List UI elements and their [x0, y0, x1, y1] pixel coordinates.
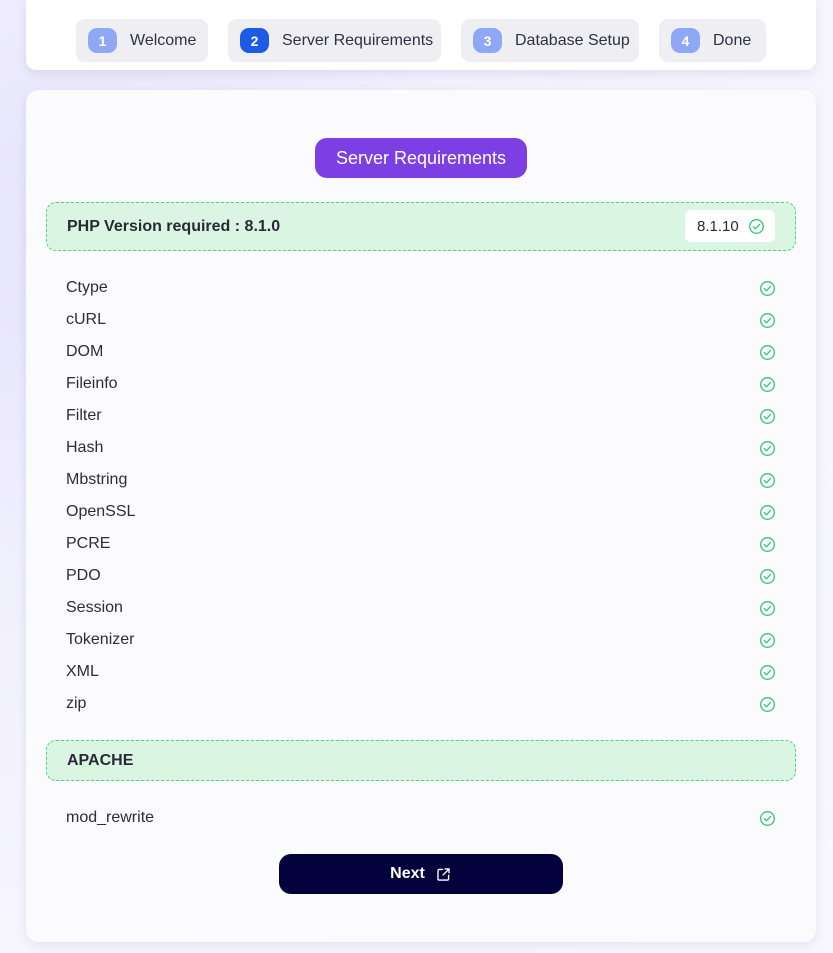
step-label: Server Requirements: [282, 31, 434, 49]
extension-name: DOM: [66, 343, 104, 360]
step-done[interactable]: 4 Done: [659, 19, 766, 62]
list-item: Hash: [66, 436, 776, 460]
extension-name: Session: [66, 599, 123, 616]
step-number: 3: [473, 28, 502, 53]
list-item: DOM: [66, 340, 776, 364]
check-circle-icon: [760, 600, 775, 616]
step-number: 1: [88, 28, 117, 53]
list-item: Tokenizer: [66, 628, 776, 652]
list-item: cURL: [66, 308, 776, 332]
check-circle-icon: [760, 664, 775, 680]
requirements-card: Server Requirements PHP Version required…: [26, 90, 816, 942]
step-database-setup[interactable]: 3 Database Setup: [461, 19, 639, 62]
extension-name: Filter: [66, 407, 102, 424]
extension-name: PCRE: [66, 535, 111, 552]
check-circle-icon: [760, 504, 775, 520]
page-title: Server Requirements: [315, 138, 527, 178]
step-server-requirements[interactable]: 2 Server Requirements: [228, 19, 441, 62]
check-circle-icon: [760, 344, 775, 360]
step-label: Done: [713, 31, 752, 49]
external-link-icon: [437, 867, 450, 881]
check-circle-icon: [760, 696, 775, 712]
check-circle-icon: [760, 472, 775, 488]
list-item: XML: [66, 660, 776, 684]
check-circle-icon: [760, 408, 775, 424]
list-item: Ctype: [66, 276, 776, 300]
next-button-label: Next: [390, 865, 425, 882]
step-label: Database Setup: [515, 31, 630, 49]
step-welcome[interactable]: 1 Welcome: [76, 19, 208, 62]
list-item: zip: [66, 692, 776, 716]
module-name: mod_rewrite: [66, 809, 155, 826]
step-number: 2: [240, 28, 269, 53]
check-circle-icon: [760, 376, 775, 392]
list-item: PCRE: [66, 532, 776, 556]
apache-label: APACHE: [67, 751, 134, 769]
check-circle-icon: [760, 280, 775, 296]
php-version-label: PHP Version required : 8.1.0: [67, 217, 281, 235]
check-circle-icon: [760, 312, 775, 328]
apache-section-header: APACHE: [46, 740, 796, 781]
check-circle-icon: [748, 218, 764, 234]
extension-name: Fileinfo: [66, 375, 118, 392]
list-item: Filter: [66, 404, 776, 428]
step-label: Welcome: [130, 31, 197, 49]
check-circle-icon: [760, 568, 775, 584]
list-item: mod_rewrite: [66, 806, 776, 830]
php-current-version: 8.1.10: [685, 210, 775, 242]
extension-name: cURL: [66, 311, 107, 328]
next-button[interactable]: Next: [279, 854, 563, 894]
list-item: Mbstring: [66, 468, 776, 492]
list-item: OpenSSL: [66, 500, 776, 524]
extension-name: OpenSSL: [66, 503, 136, 520]
check-circle-icon: [760, 536, 775, 552]
step-number: 4: [671, 28, 700, 53]
extension-name: Tokenizer: [66, 631, 135, 648]
php-version-value: 8.1.10: [697, 217, 739, 235]
list-item: Session: [66, 596, 776, 620]
check-circle-icon: [760, 810, 775, 826]
extension-name: Mbstring: [66, 471, 128, 488]
extension-name: Ctype: [66, 279, 108, 296]
extension-name: zip: [66, 695, 87, 712]
extension-name: Hash: [66, 439, 104, 456]
php-version-box: PHP Version required : 8.1.0 8.1.10: [46, 202, 796, 251]
check-circle-icon: [760, 440, 775, 456]
list-item: PDO: [66, 564, 776, 588]
extension-name: XML: [66, 663, 99, 680]
list-item: Fileinfo: [66, 372, 776, 396]
check-circle-icon: [760, 632, 775, 648]
installer-stepper: 1 Welcome 2 Server Requirements 3 Databa…: [26, 0, 816, 70]
extension-name: PDO: [66, 567, 101, 584]
